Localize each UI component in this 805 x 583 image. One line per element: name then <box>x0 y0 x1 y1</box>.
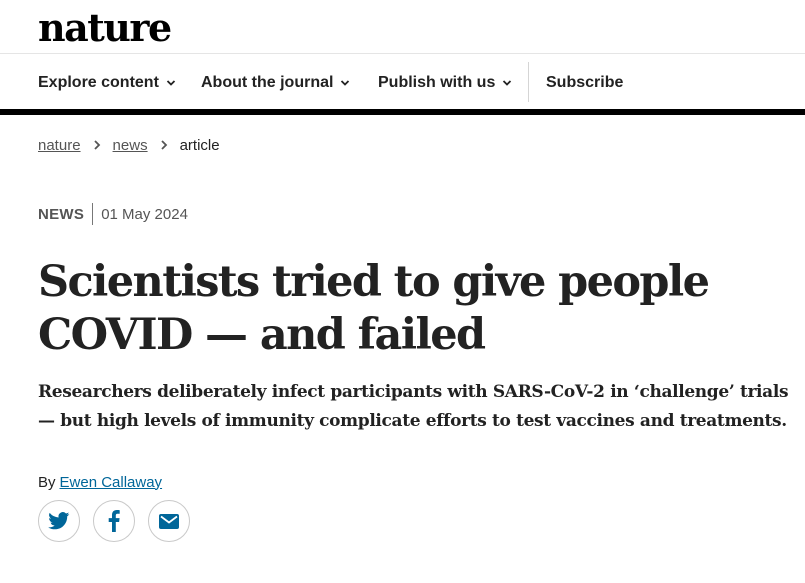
byline: By Ewen Callaway <box>38 471 162 493</box>
nav-about-the-journal[interactable]: About the journal <box>201 55 350 110</box>
twitter-icon <box>48 512 70 530</box>
share-twitter-button[interactable] <box>38 500 80 542</box>
nav-publish-with-us[interactable]: Publish with us <box>378 55 512 110</box>
nav-item-label: Publish with us <box>378 73 496 91</box>
subscribe-label: Subscribe <box>546 73 624 91</box>
nav-item-label: Explore content <box>38 73 159 91</box>
article-title: Scientists tried to give people COVID — … <box>38 257 710 360</box>
email-icon <box>159 513 179 529</box>
subscribe-link[interactable]: Subscribe <box>546 55 623 110</box>
chevron-right-icon <box>93 140 100 150</box>
article-date: 01 May 2024 <box>101 205 188 223</box>
article-standfirst: Researchers deliberately infect particip… <box>38 382 789 431</box>
logo-bar: nature <box>0 0 805 54</box>
chevron-right-icon <box>160 140 167 150</box>
article-type: NEWS <box>38 205 85 223</box>
chevron-down-icon <box>341 79 350 86</box>
chevron-down-icon <box>503 79 512 86</box>
byline-prefix: By <box>38 473 56 491</box>
nav-explore-content[interactable]: Explore content <box>38 55 176 110</box>
article-meta: NEWS 01 May 2024 <box>38 203 188 225</box>
breadcrumb-link-nature[interactable]: nature <box>38 137 81 154</box>
nav-divider <box>528 62 529 102</box>
share-facebook-button[interactable] <box>93 500 135 542</box>
chevron-down-icon <box>166 79 176 86</box>
breadcrumb-current: article <box>179 136 220 154</box>
facebook-icon <box>108 510 120 532</box>
nature-logo[interactable]: nature <box>38 4 172 52</box>
main-nav: Explore content About the journal Publis… <box>0 55 805 110</box>
breadcrumb-link-news[interactable]: news <box>113 137 148 154</box>
nav-rule <box>0 109 805 115</box>
meta-divider <box>92 203 94 225</box>
share-email-button[interactable] <box>148 500 190 542</box>
share-buttons <box>38 500 190 542</box>
nav-item-label: About the journal <box>201 73 334 91</box>
breadcrumb: nature news article <box>38 134 220 156</box>
author-link[interactable]: Ewen Callaway <box>60 474 163 491</box>
